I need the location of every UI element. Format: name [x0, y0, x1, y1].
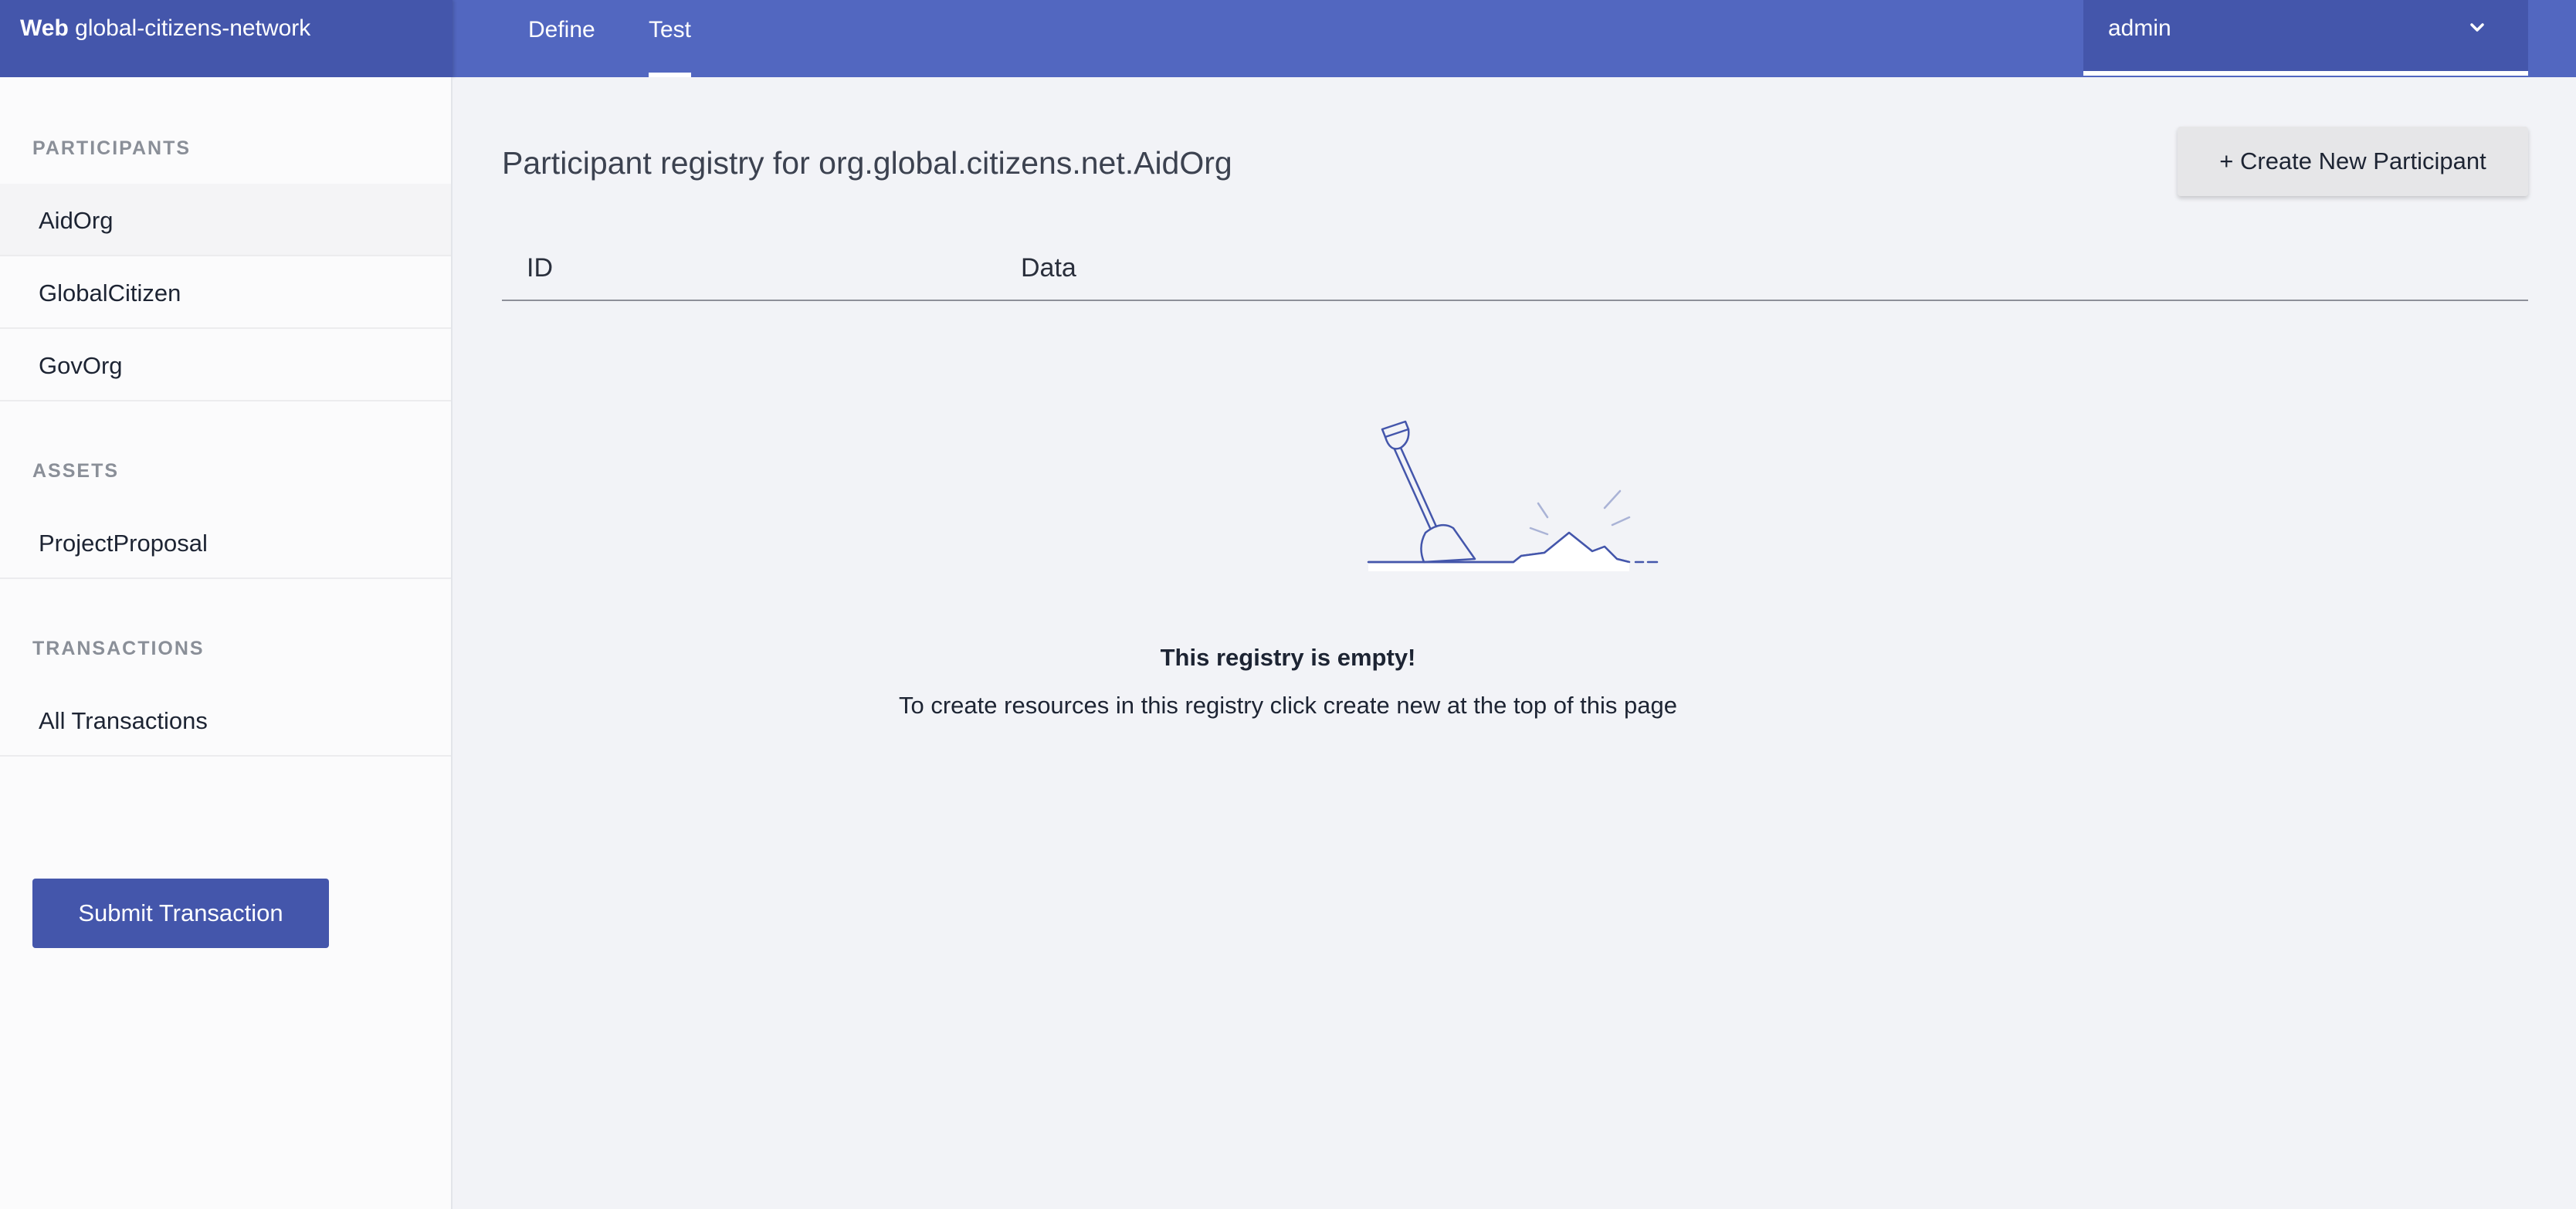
sidebar-item-globalcitizen[interactable]: GlobalCitizen	[0, 256, 451, 329]
table-header: ID Data	[502, 250, 2528, 301]
empty-state-title: This registry is empty!	[1160, 644, 1416, 671]
tab-test[interactable]: Test	[649, 17, 692, 77]
sidebar-item-projectproposal[interactable]: ProjectProposal	[0, 506, 451, 579]
brand-name: global-citizens-network	[75, 15, 311, 41]
sidebar-item-govorg[interactable]: GovOrg	[0, 329, 451, 401]
chevron-down-icon	[2470, 23, 2484, 32]
section-title-assets: ASSETS	[32, 460, 120, 482]
user-name: admin	[2108, 15, 2171, 41]
brand-bold: Web	[20, 15, 69, 41]
create-new-participant-button[interactable]: + Create New Participant	[2178, 127, 2528, 196]
column-header-data: Data	[1021, 253, 1076, 283]
shovel-illustration-icon	[1367, 420, 1659, 571]
column-header-id: ID	[527, 253, 553, 283]
user-dropdown[interactable]: admin	[2083, 0, 2528, 76]
submit-transaction-button[interactable]: Submit Transaction	[32, 879, 329, 948]
empty-state-description: To create resources in this registry cli…	[899, 692, 1677, 719]
app-brand[interactable]: Web global-citizens-network	[0, 0, 452, 77]
tab-define[interactable]: Define	[528, 17, 595, 77]
sidebar: PARTICIPANTS AidOrg GlobalCitizen GovOrg…	[0, 77, 452, 1209]
sidebar-item-aidorg[interactable]: AidOrg	[0, 184, 451, 256]
top-bar: Web global-citizens-network Define Test …	[0, 0, 2576, 77]
page-title: Participant registry for org.global.citi…	[502, 145, 1232, 181]
section-title-participants: PARTICIPANTS	[32, 137, 192, 159]
